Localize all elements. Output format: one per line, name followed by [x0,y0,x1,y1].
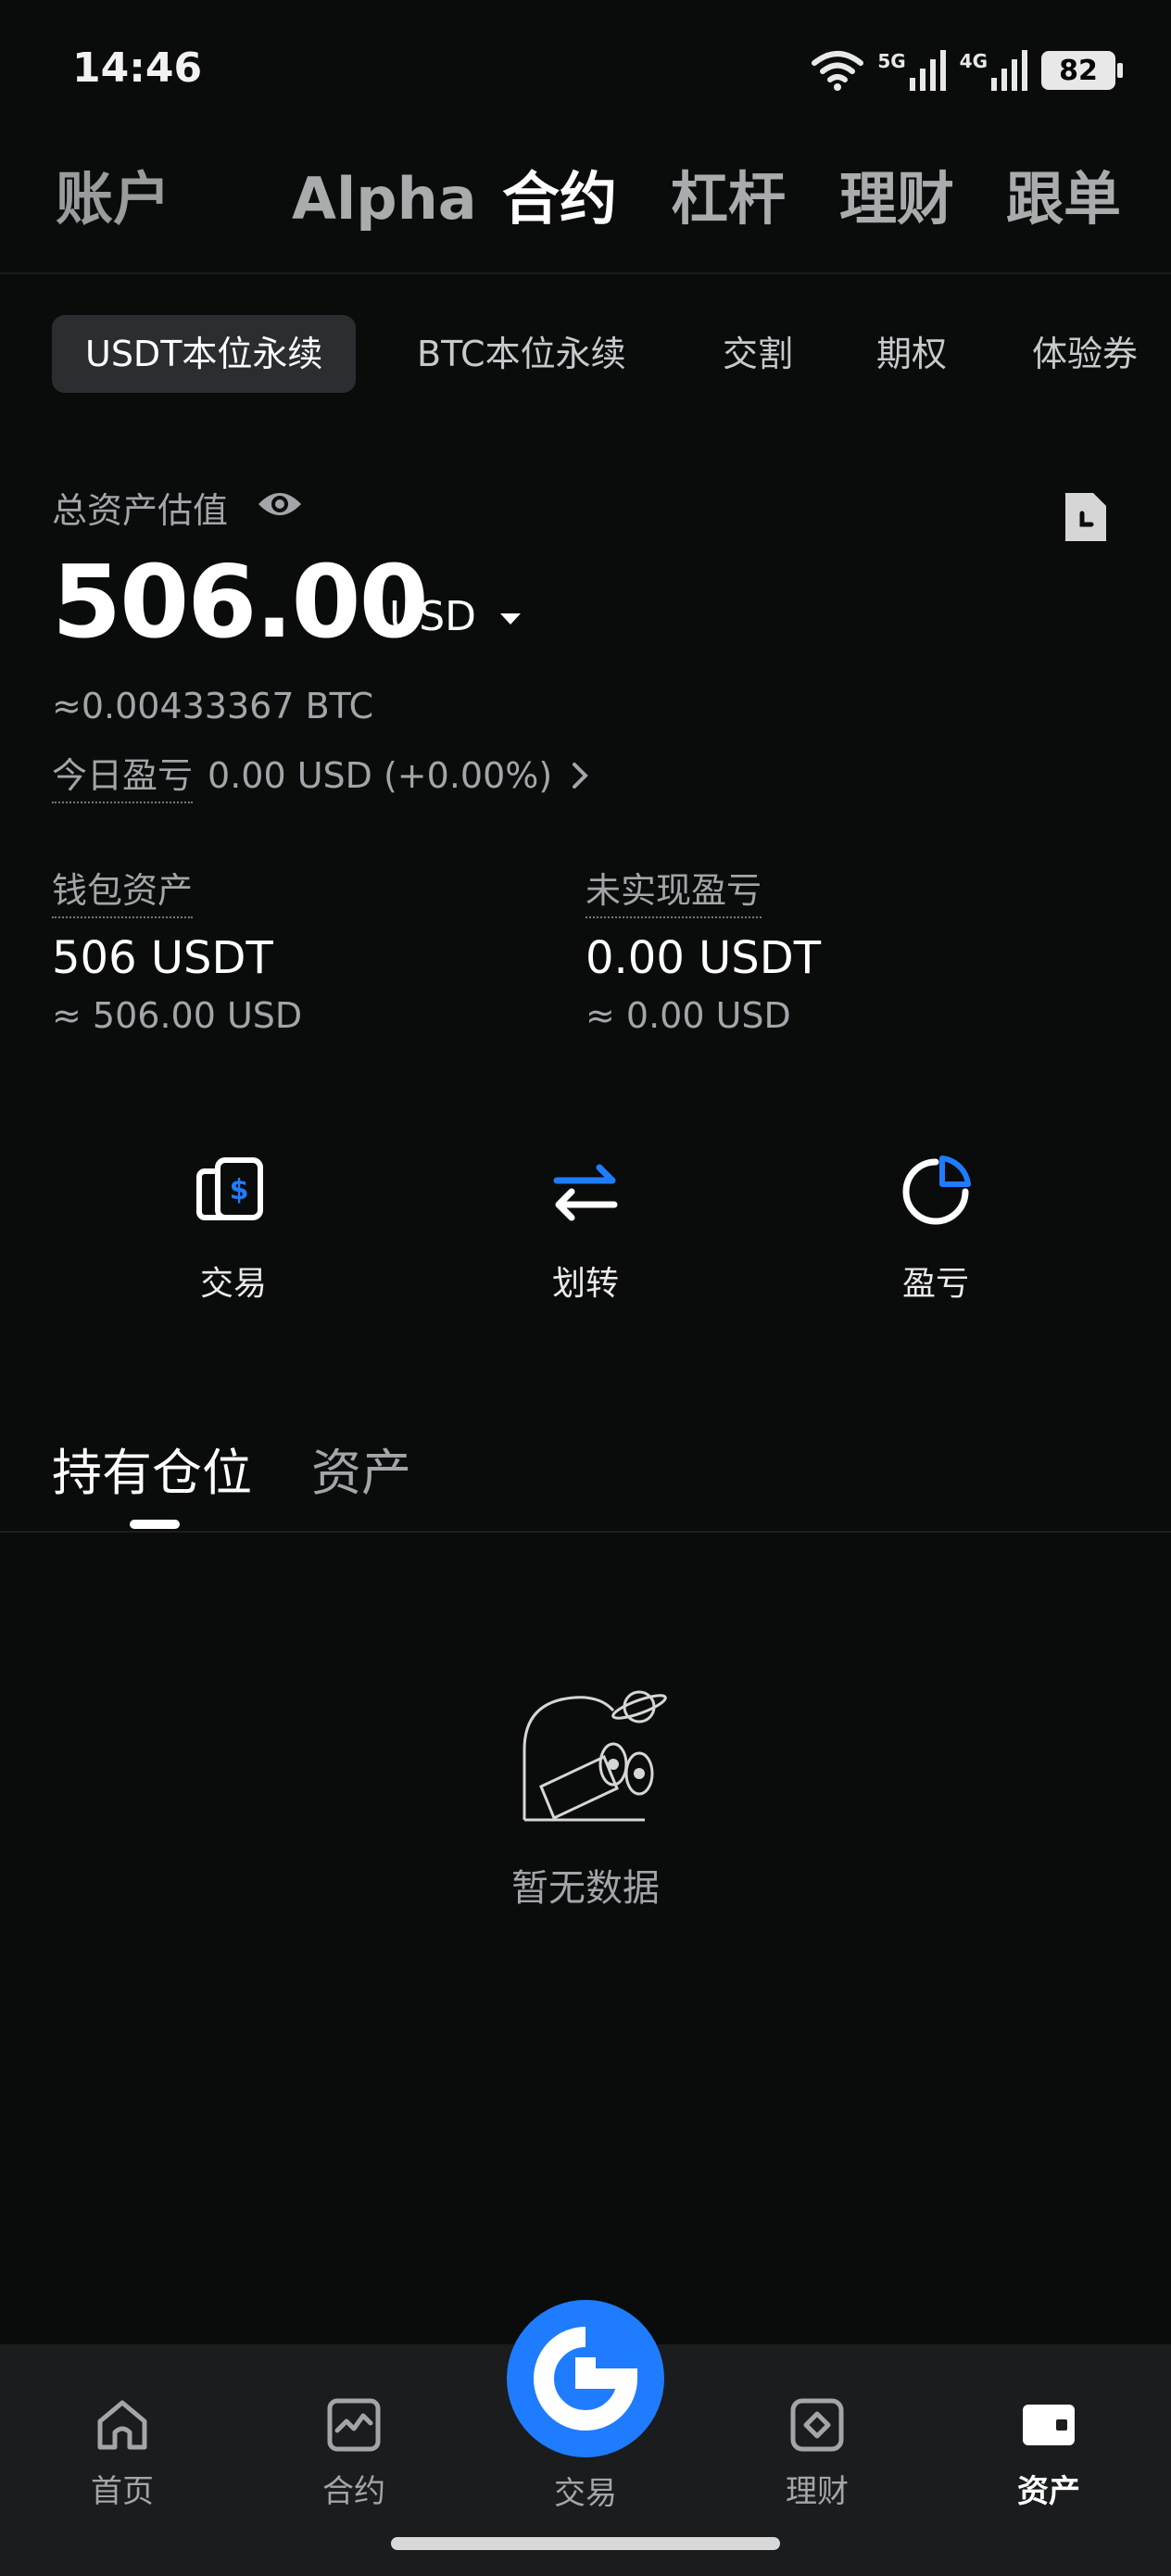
signal-icon [991,50,1027,91]
dollar-card-icon: $ [196,1157,263,1220]
nav-assets-label: 资产 [1017,2473,1080,2510]
trade-logo-icon [534,2327,638,2431]
subtab-trial-voucher[interactable]: 体验券 [1032,315,1138,393]
network-4g-label: 4G [959,50,988,72]
unrealized-pnl-value: 0.00 USDT [586,932,822,984]
active-tab-indicator [130,1520,180,1529]
trade-action-button[interactable]: $ 交易 [132,1149,335,1305]
transfer-action-label: 划转 [551,1265,619,1303]
nav-home[interactable]: 首页 [48,2395,196,2511]
divider [0,272,1171,274]
nav-earn[interactable]: 理财 [743,2395,891,2511]
wallet-assets-label: 钱包资产 [52,862,194,918]
tab-account[interactable]: 账户 [56,158,170,241]
nav-earn-label: 理财 [786,2473,849,2510]
tab-open-positions[interactable]: 持有仓位 [52,1432,252,1505]
eye-icon[interactable] [256,486,304,523]
tab-copy-trading[interactable]: 跟单 [1006,158,1121,241]
subtab-delivery[interactable]: 交割 [723,315,793,393]
dropdown-caret-icon [500,613,522,625]
subtab-options[interactable]: 期权 [876,315,947,393]
subtab-btc-perpetual[interactable]: BTC本位永续 [417,315,626,393]
tab-assets[interactable]: 资产 [311,1432,411,1505]
transfer-arrows-icon [553,1164,618,1221]
home-icon [97,2400,147,2450]
chart-line-icon [327,2398,381,2452]
earn-diamond-icon [790,2398,844,2452]
nav-futures[interactable]: 合约 [280,2395,428,2511]
battery-icon: 82 [1041,51,1123,90]
home-indicator [391,2537,780,2550]
subtab-usdt-perpetual[interactable]: USDT本位永续 [52,315,357,393]
tab-alpha[interactable]: Alpha [292,158,477,241]
status-time: 14:46 [72,44,203,92]
btc-equivalent: ≈0.00433367 BTC [52,686,374,726]
status-icons: 5G 4G 82 [811,44,1123,96]
total-assets-label: 总资产估值 [52,490,229,531]
pnl-action-label: 盈亏 [901,1265,969,1303]
network-5g-label: 5G [877,50,906,72]
total-assets-value: 506.00 [52,545,429,661]
unrealized-pnl-approx: ≈ 0.00 USD [586,995,791,1036]
currency-unit: USD [389,593,477,640]
svg-text:$: $ [230,1174,249,1206]
wifi-icon [812,51,864,91]
tab-margin[interactable]: 杠杆 [671,158,786,241]
nav-trade-label: 交易 [554,2475,617,2512]
pie-chart-icon [902,1155,971,1225]
history-record-icon[interactable] [1062,489,1110,545]
nav-futures-label: 合约 [322,2473,385,2510]
wallet-assets-approx: ≈ 506.00 USD [52,995,303,1036]
today-pnl-row[interactable]: 今日盈亏 0.00 USD (+0.00%) [52,747,593,803]
wallet-icon [1023,2405,1075,2445]
binoculars-empty-icon [523,1690,667,1822]
wallet-assets-value: 506 USDT [52,932,273,984]
chevron-right-icon [573,762,589,789]
signal-icon [909,50,946,91]
tab-earn[interactable]: 理财 [839,158,954,241]
today-pnl-label: 今日盈亏 [52,747,194,803]
currency-selector[interactable]: USD [389,593,522,640]
divider [0,1531,1171,1533]
tab-futures[interactable]: 合约 [502,158,617,241]
nav-trade-button[interactable] [507,2300,664,2457]
empty-state-text: 暂无数据 [511,1867,660,1910]
unrealized-pnl-label: 未实现盈亏 [586,862,762,918]
top-tab-bar: 账户 Alpha 合约 杠杆 理财 跟单 [0,158,1171,241]
today-pnl-value: 0.00 USD (+0.00%) [208,754,553,796]
nav-home-label: 首页 [91,2473,154,2510]
transfer-action-button[interactable]: 划转 [484,1149,687,1305]
pnl-action-button[interactable]: 盈亏 [834,1149,1038,1305]
nav-assets[interactable]: 资产 [975,2395,1123,2511]
trade-action-label: 交易 [199,1265,267,1303]
